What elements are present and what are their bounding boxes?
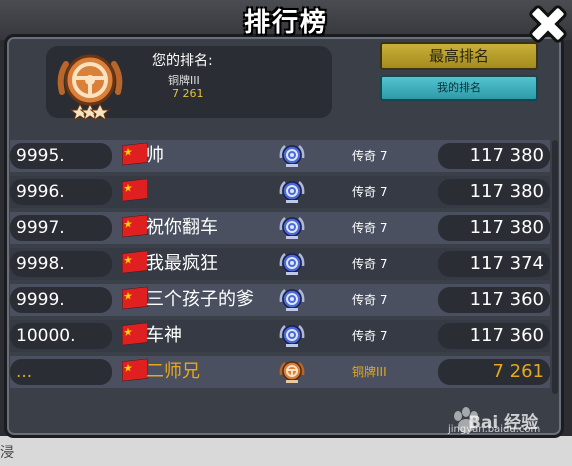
china-flag-icon xyxy=(122,142,148,166)
tier-label: 传奇 7 xyxy=(352,185,388,199)
my-rank-tier: 铜牌III xyxy=(168,74,200,87)
china-flag-icon xyxy=(122,178,148,202)
china-flag-icon xyxy=(122,358,148,382)
score-value: 117 360 xyxy=(438,287,550,313)
legend-trophy-icon xyxy=(279,217,305,239)
bronze-rank-badge-icon xyxy=(57,54,123,122)
score-value: 117 380 xyxy=(438,143,550,169)
table-row[interactable]: 9999. 三个孩子的爹 传奇 7 117 360 xyxy=(10,284,550,316)
player-name: 车神 xyxy=(146,325,182,346)
table-row[interactable]: 10000. 车神 传奇 7 117 360 xyxy=(10,320,550,352)
leaderboard-list[interactable]: 9995. 帅 传奇 7 117 380 9996. 传奇 7 117 380 … xyxy=(10,140,550,394)
china-flag-icon xyxy=(122,322,148,346)
top-rank-button[interactable]: 最高排名 xyxy=(380,42,538,70)
tier-label: 铜牌III xyxy=(352,365,387,379)
tier-label: 传奇 7 xyxy=(352,221,388,235)
tier-label: 传奇 7 xyxy=(352,329,388,343)
my-table-row[interactable]: ... 二师兄 铜牌III 7 261 xyxy=(10,356,550,388)
page-title: 排行榜 xyxy=(243,8,328,38)
player-name: 我最疯狂 xyxy=(146,253,218,274)
rank-number: 9996. xyxy=(10,179,112,205)
table-row[interactable]: 9995. 帅 传奇 7 117 380 xyxy=(10,140,550,172)
close-button[interactable] xyxy=(526,2,570,46)
score-value: 117 380 xyxy=(438,179,550,205)
tier-label: 传奇 7 xyxy=(352,293,388,307)
close-icon xyxy=(529,5,567,43)
table-row[interactable]: 9996. 传奇 7 117 380 xyxy=(10,176,550,208)
player-name: 祝你翻车 xyxy=(146,217,218,238)
player-name: 二师兄 xyxy=(146,361,200,382)
legend-trophy-icon xyxy=(279,289,305,311)
player-name: 帅 xyxy=(146,145,164,166)
my-rank-button[interactable]: 我的排名 xyxy=(380,75,538,101)
score-value: 117 380 xyxy=(438,215,550,241)
rank-number: 9998. xyxy=(10,251,112,277)
legend-trophy-icon xyxy=(279,325,305,347)
tier-label: 传奇 7 xyxy=(352,149,388,163)
rank-number: ... xyxy=(10,359,112,385)
rank-number: 9999. xyxy=(10,287,112,313)
rank-number: 9997. xyxy=(10,215,112,241)
my-rank-score: 7 261 xyxy=(172,87,204,100)
list-scrollbar[interactable] xyxy=(552,140,558,394)
my-rank-label: 您的排名: xyxy=(152,53,213,69)
table-row[interactable]: 9998. 我最疯狂 传奇 7 117 374 xyxy=(10,248,550,280)
china-flag-icon xyxy=(122,250,148,274)
score-value: 117 374 xyxy=(438,251,550,277)
china-flag-icon xyxy=(122,286,148,310)
score-value: 117 360 xyxy=(438,323,550,349)
rank-number: 9995. xyxy=(10,143,112,169)
score-value: 7 261 xyxy=(438,359,550,385)
bronze-wheel-icon xyxy=(279,361,305,383)
watermark-url: jingyan.baidu.com xyxy=(448,424,541,435)
table-row[interactable]: 9997. 祝你翻车 传奇 7 117 380 xyxy=(10,212,550,244)
tier-label: 传奇 7 xyxy=(352,257,388,271)
rank-number: 10000. xyxy=(10,323,112,349)
legend-trophy-icon xyxy=(279,181,305,203)
player-name: 三个孩子的爹 xyxy=(146,289,254,310)
china-flag-icon xyxy=(122,214,148,238)
legend-trophy-icon xyxy=(279,145,305,167)
legend-trophy-icon xyxy=(279,253,305,275)
bottom-partial-label: 浸 xyxy=(0,445,14,461)
